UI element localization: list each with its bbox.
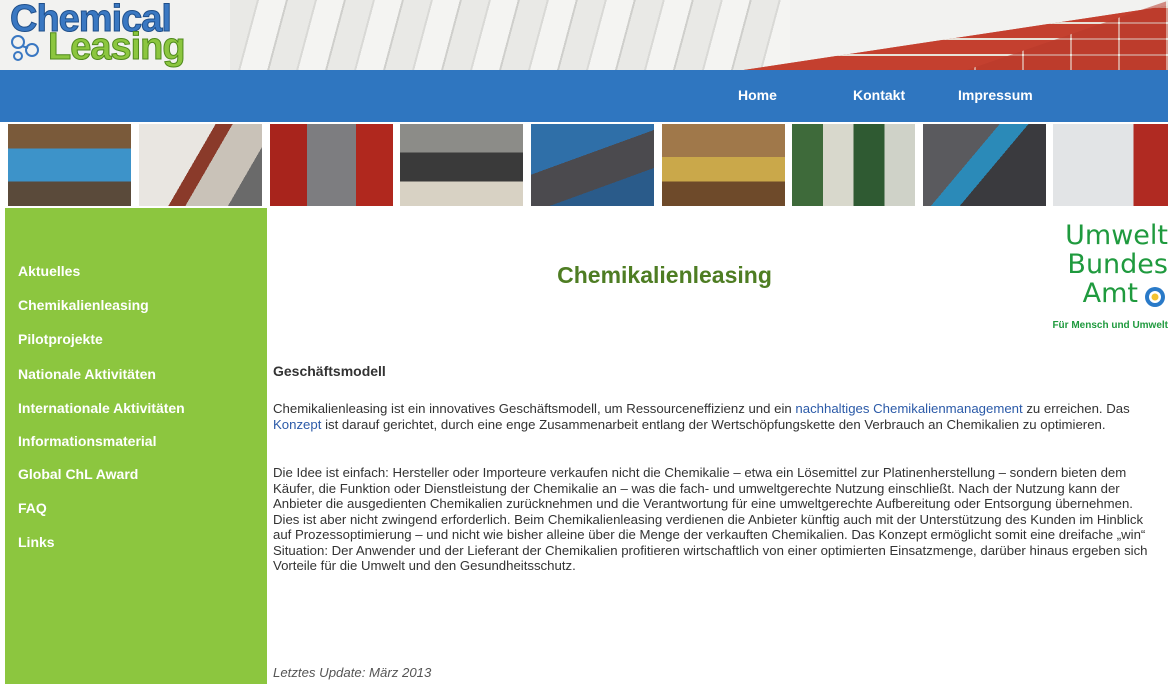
sidebar-item-aktuelles[interactable]: Aktuelles xyxy=(18,263,80,279)
uba-logo-line3: Amt xyxy=(1082,278,1138,309)
photo-blue-equipment xyxy=(531,124,654,206)
intro-text-3: ist darauf gerichtet, durch eine enge Zu… xyxy=(321,416,1106,432)
last-update-text: Letztes Update: März 2013 xyxy=(273,665,432,680)
intro-paragraph: Chemikalienleasing ist ein innovatives G… xyxy=(273,401,1153,432)
nav-home-link[interactable]: Home xyxy=(738,87,777,103)
logo-text-leasing: Leasing xyxy=(48,26,187,69)
chemical-leasing-logo[interactable]: Chemical Leasing xyxy=(8,0,234,69)
sidebar-item-chemikalienleasing[interactable]: Chemikalienleasing xyxy=(18,297,149,313)
sidebar-item-nationale-aktivitaeten[interactable]: Nationale Aktivitäten xyxy=(18,366,156,382)
photo-machine-room xyxy=(139,124,262,206)
uba-logo-line2: Bundes xyxy=(1067,249,1168,280)
section-heading: Geschäftsmodell xyxy=(273,363,386,379)
photo-pump-machine xyxy=(923,124,1046,206)
uba-logo-tagline: Für Mensch und Umwelt xyxy=(1052,320,1168,331)
sidebar-item-links[interactable]: Links xyxy=(18,534,55,550)
photo-white-truck xyxy=(1053,124,1168,206)
globe-icon xyxy=(1145,287,1165,307)
main-content: Chemikalienleasing Umwelt Bundes Amt Für… xyxy=(267,208,1168,684)
konzept-link[interactable]: Konzept xyxy=(273,417,321,432)
header-background-image xyxy=(230,0,790,70)
sidebar-item-informationsmaterial[interactable]: Informationsmaterial xyxy=(18,433,156,449)
photo-red-machinery xyxy=(270,124,393,206)
page-title: Chemikalienleasing xyxy=(557,262,772,288)
photo-blue-barrels xyxy=(8,124,131,206)
top-navigation-bar: Home Kontakt Impressum xyxy=(0,70,1168,122)
sidebar-item-pilotprojekte[interactable]: Pilotprojekte xyxy=(18,331,103,347)
photo-strip xyxy=(0,122,1168,208)
sidebar-item-global-chl-award[interactable]: Global ChL Award xyxy=(18,466,138,482)
header-banner: Chemical Leasing xyxy=(0,0,1168,70)
sidebar-item-faq[interactable]: FAQ xyxy=(18,500,47,516)
photo-green-buckets xyxy=(792,124,915,206)
nav-kontakt-link[interactable]: Kontakt xyxy=(853,87,905,103)
molecule-icon xyxy=(11,35,39,61)
intro-text-1: Chemikalienleasing ist ein innovatives G… xyxy=(273,401,796,416)
intro-text-2: zu erreichen. Das xyxy=(1022,401,1130,416)
photo-workshop-floor xyxy=(662,124,785,206)
sidebar-item-internationale-aktivitaeten[interactable]: Internationale Aktivitäten xyxy=(18,400,185,416)
umweltbundesamt-logo[interactable]: Umwelt Bundes Amt Für Mensch und Umwelt xyxy=(1047,222,1168,332)
photo-lab-shelves xyxy=(400,124,523,206)
sidebar-navigation: Aktuelles Chemikalienleasing Pilotprojek… xyxy=(5,208,267,684)
body-paragraph: Die Idee ist einfach: Hersteller oder Im… xyxy=(273,465,1148,573)
nav-impressum-link[interactable]: Impressum xyxy=(958,87,1033,103)
uba-logo-line1: Umwelt xyxy=(1065,220,1168,251)
nachhaltiges-chemikalienmanagement-link[interactable]: nachhaltiges Chemikalienmanagement xyxy=(795,401,1022,416)
